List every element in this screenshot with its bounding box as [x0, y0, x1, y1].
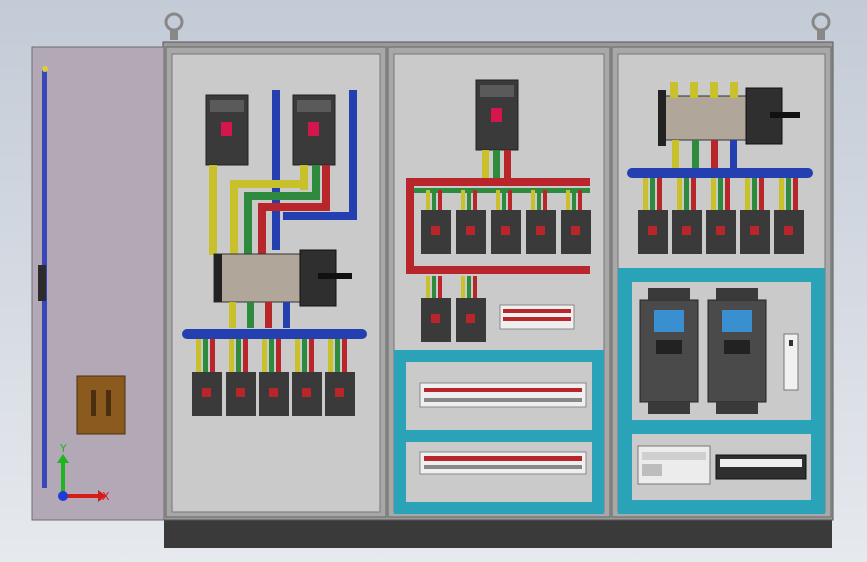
main-breaker-left-1 [205, 94, 249, 166]
main-breaker-left-2 [292, 94, 336, 166]
terminal-strip-middle-top [499, 304, 575, 330]
branch-breaker-right-1 [638, 210, 668, 254]
y-axis-label: Y [59, 442, 67, 455]
cabinet-plinth [164, 518, 832, 548]
small-breaker-middle-2 [456, 298, 486, 342]
soft-starter-2 [707, 288, 767, 414]
feeder-breaker-left-3 [259, 372, 289, 416]
document-pocket [76, 375, 126, 435]
cabinet-drawing: X Y [0, 0, 867, 562]
branch-breaker-middle-4 [526, 210, 556, 254]
branch-breaker-right-5 [774, 210, 804, 254]
z-axis-origin [58, 491, 68, 501]
feeder-breaker-left-2 [226, 372, 256, 416]
terminal-block-right [715, 454, 807, 480]
small-breaker-middle-1 [421, 298, 451, 342]
soft-starter-1 [639, 288, 699, 414]
cabinet-door [31, 46, 165, 521]
x-axis-label: X [102, 490, 110, 503]
busbar-risers-middle [482, 150, 511, 178]
branch-breaker-middle-3 [491, 210, 521, 254]
main-breaker-middle [475, 79, 519, 151]
feeder-breakers-left [192, 372, 355, 416]
feeder-breaker-left-4 [292, 372, 322, 416]
branch-breaker-right-3 [706, 210, 736, 254]
indicator-module-right [783, 333, 799, 391]
neutral-busbar-left [182, 329, 367, 339]
door-handle [38, 265, 46, 301]
branch-breaker-right-4 [740, 210, 770, 254]
branch-breaker-right-2 [672, 210, 702, 254]
branch-breakers-right [638, 210, 804, 254]
transfer-switch-left [213, 249, 352, 307]
feeder-breaker-left-5 [325, 372, 355, 416]
feeder-breaker-left-1 [192, 372, 222, 416]
branch-breaker-middle-1 [421, 210, 451, 254]
plc-module-right [637, 445, 711, 485]
terminal-strip-middle-center [419, 382, 587, 408]
branch-breakers-middle [421, 210, 591, 254]
branch-breaker-middle-5 [561, 210, 591, 254]
branch-breaker-middle-2 [456, 210, 486, 254]
terminal-strip-middle-bottom [419, 451, 587, 475]
door-hinge-marker [42, 66, 48, 72]
neutral-busbar-right [627, 168, 813, 178]
